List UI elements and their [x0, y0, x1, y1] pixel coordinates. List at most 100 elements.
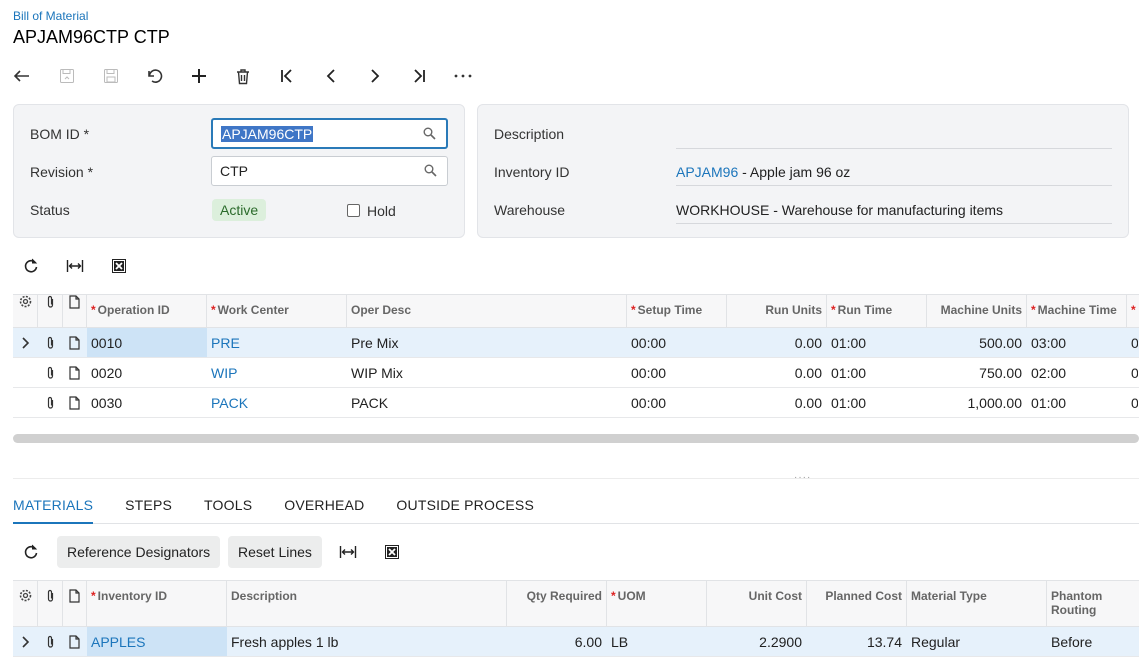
excel-export-icon[interactable] [370, 539, 414, 565]
attachment-icon[interactable] [38, 328, 63, 357]
next-icon[interactable] [353, 63, 397, 89]
note-icon[interactable] [63, 388, 87, 417]
row-expand-icon[interactable] [13, 328, 38, 357]
truncated-cell[interactable]: 0 [1127, 328, 1139, 357]
tab-materials[interactable]: MATERIALS [13, 497, 94, 524]
table-row[interactable]: 0030 PACK PACK 00:00 0.00 01:00 1,000.00 01:00 0 [13, 388, 1139, 418]
revision-field[interactable]: CTP [211, 156, 448, 186]
note-icon[interactable] [63, 627, 87, 656]
row-expand-icon[interactable] [13, 358, 38, 387]
col-description[interactable]: Description [227, 581, 507, 626]
tab-overhead[interactable]: OVERHEAD [284, 497, 364, 524]
col-unit-cost[interactable]: Unit Cost [707, 581, 807, 626]
prev-icon[interactable] [309, 63, 353, 89]
note-icon[interactable] [63, 358, 87, 387]
col-machine-time[interactable]: * Machine Time [1027, 295, 1127, 327]
horizontal-scrollbar[interactable] [13, 434, 1139, 443]
col-work-center[interactable]: * Work Center [207, 295, 347, 327]
uom-cell[interactable]: LB [607, 627, 707, 656]
oper-desc-cell[interactable]: WIP Mix [347, 358, 627, 387]
back-icon[interactable] [13, 63, 45, 89]
machine-units-cell[interactable]: 750.00 [927, 358, 1027, 387]
tab-steps[interactable]: STEPS [125, 497, 172, 524]
work-center-cell[interactable]: WIP [207, 358, 347, 387]
delete-icon[interactable] [221, 63, 265, 89]
fit-columns-icon[interactable] [326, 539, 370, 565]
col-phantom-routing[interactable]: Phantom Routing [1047, 581, 1139, 626]
inventory-link[interactable]: APJAM96 [676, 164, 738, 180]
reset-lines-button[interactable]: Reset Lines [228, 536, 322, 568]
operation-id-cell[interactable]: 0020 [87, 358, 207, 387]
search-icon[interactable] [423, 127, 436, 143]
first-icon[interactable] [265, 63, 309, 89]
tab-outside-process[interactable]: OUTSIDE PROCESS [396, 497, 534, 524]
setup-time-cell[interactable]: 00:00 [627, 328, 727, 357]
inventory-id-cell[interactable]: APPLES [87, 627, 227, 656]
col-oper-desc[interactable]: Oper Desc [347, 295, 627, 327]
more-icon[interactable] [441, 63, 485, 89]
col-uom[interactable]: * UOM [607, 581, 707, 626]
phantom-routing-cell[interactable]: Before [1047, 627, 1139, 656]
bom-id-field[interactable]: APJAM96CTP [211, 118, 448, 149]
settings-icon[interactable] [13, 581, 38, 626]
machine-units-cell[interactable]: 1,000.00 [927, 388, 1027, 417]
col-material-type[interactable]: Material Type [907, 581, 1047, 626]
description-field[interactable] [676, 121, 1112, 149]
last-icon[interactable] [397, 63, 441, 89]
machine-time-cell[interactable]: 01:00 [1027, 388, 1127, 417]
col-truncated[interactable]: * [1127, 295, 1139, 327]
warehouse-field[interactable]: WORKHOUSE - Warehouse for manufacturing … [676, 196, 1112, 224]
row-expand-icon[interactable] [13, 627, 38, 656]
splitter-handle-icon[interactable]: ···· [794, 472, 811, 483]
oper-desc-cell[interactable]: PACK [347, 388, 627, 417]
hold-checkbox[interactable] [347, 204, 360, 217]
col-run-time[interactable]: * Run Time [827, 295, 927, 327]
note-icon[interactable] [63, 328, 87, 357]
run-units-cell[interactable]: 0.00 [727, 328, 827, 357]
inventory-field[interactable]: APJAM96 - Apple jam 96 oz [676, 158, 1112, 186]
work-center-cell[interactable]: PACK [207, 388, 347, 417]
attachment-icon[interactable] [38, 358, 63, 387]
run-time-cell[interactable]: 01:00 [827, 358, 927, 387]
col-planned-cost[interactable]: Planned Cost [807, 581, 907, 626]
refresh-icon[interactable] [9, 539, 53, 565]
setup-time-cell[interactable]: 00:00 [627, 388, 727, 417]
status-badge[interactable]: Active [212, 199, 267, 221]
truncated-cell[interactable]: 0 [1127, 358, 1139, 387]
tab-tools[interactable]: TOOLS [204, 497, 252, 524]
search-icon[interactable] [424, 164, 437, 180]
col-inventory-id[interactable]: * Inventory ID [87, 581, 227, 626]
description-cell[interactable]: Fresh apples 1 lb [227, 627, 507, 656]
setup-time-cell[interactable]: 00:00 [627, 358, 727, 387]
col-machine-units[interactable]: Machine Units [927, 295, 1027, 327]
splitter[interactable] [13, 478, 1139, 479]
run-units-cell[interactable]: 0.00 [727, 358, 827, 387]
table-row[interactable]: APPLES Fresh apples 1 lb 6.00 LB 2.2900 13.74… [13, 627, 1139, 657]
settings-icon[interactable] [13, 295, 38, 327]
col-run-units[interactable]: Run Units [727, 295, 827, 327]
col-operation-id[interactable]: * Operation ID [87, 295, 207, 327]
fit-columns-icon[interactable] [53, 253, 97, 279]
run-time-cell[interactable]: 01:00 [827, 388, 927, 417]
col-setup-time[interactable]: * Setup Time [627, 295, 727, 327]
refresh-icon[interactable] [9, 253, 53, 279]
undo-icon[interactable] [133, 63, 177, 89]
machine-time-cell[interactable]: 03:00 [1027, 328, 1127, 357]
unit-cost-cell[interactable]: 2.2900 [707, 627, 807, 656]
attachment-icon[interactable] [38, 627, 63, 656]
save-icon[interactable] [45, 63, 89, 89]
col-qty-required[interactable]: Qty Required [507, 581, 607, 626]
oper-desc-cell[interactable]: Pre Mix [347, 328, 627, 357]
attachment-icon[interactable] [38, 388, 63, 417]
operation-id-cell[interactable]: 0030 [87, 388, 207, 417]
operation-id-cell[interactable]: 0010 [87, 328, 207, 357]
machine-time-cell[interactable]: 02:00 [1027, 358, 1127, 387]
breadcrumb[interactable]: Bill of Material [13, 9, 88, 23]
table-row[interactable]: 0010 PRE Pre Mix 00:00 0.00 01:00 500.00 03:00 0 [13, 328, 1139, 358]
machine-units-cell[interactable]: 500.00 [927, 328, 1027, 357]
excel-export-icon[interactable] [97, 253, 141, 279]
save-close-icon[interactable] [89, 63, 133, 89]
add-icon[interactable] [177, 63, 221, 89]
reference-designators-button[interactable]: Reference Designators [57, 536, 221, 568]
truncated-cell[interactable]: 0 [1127, 388, 1139, 417]
